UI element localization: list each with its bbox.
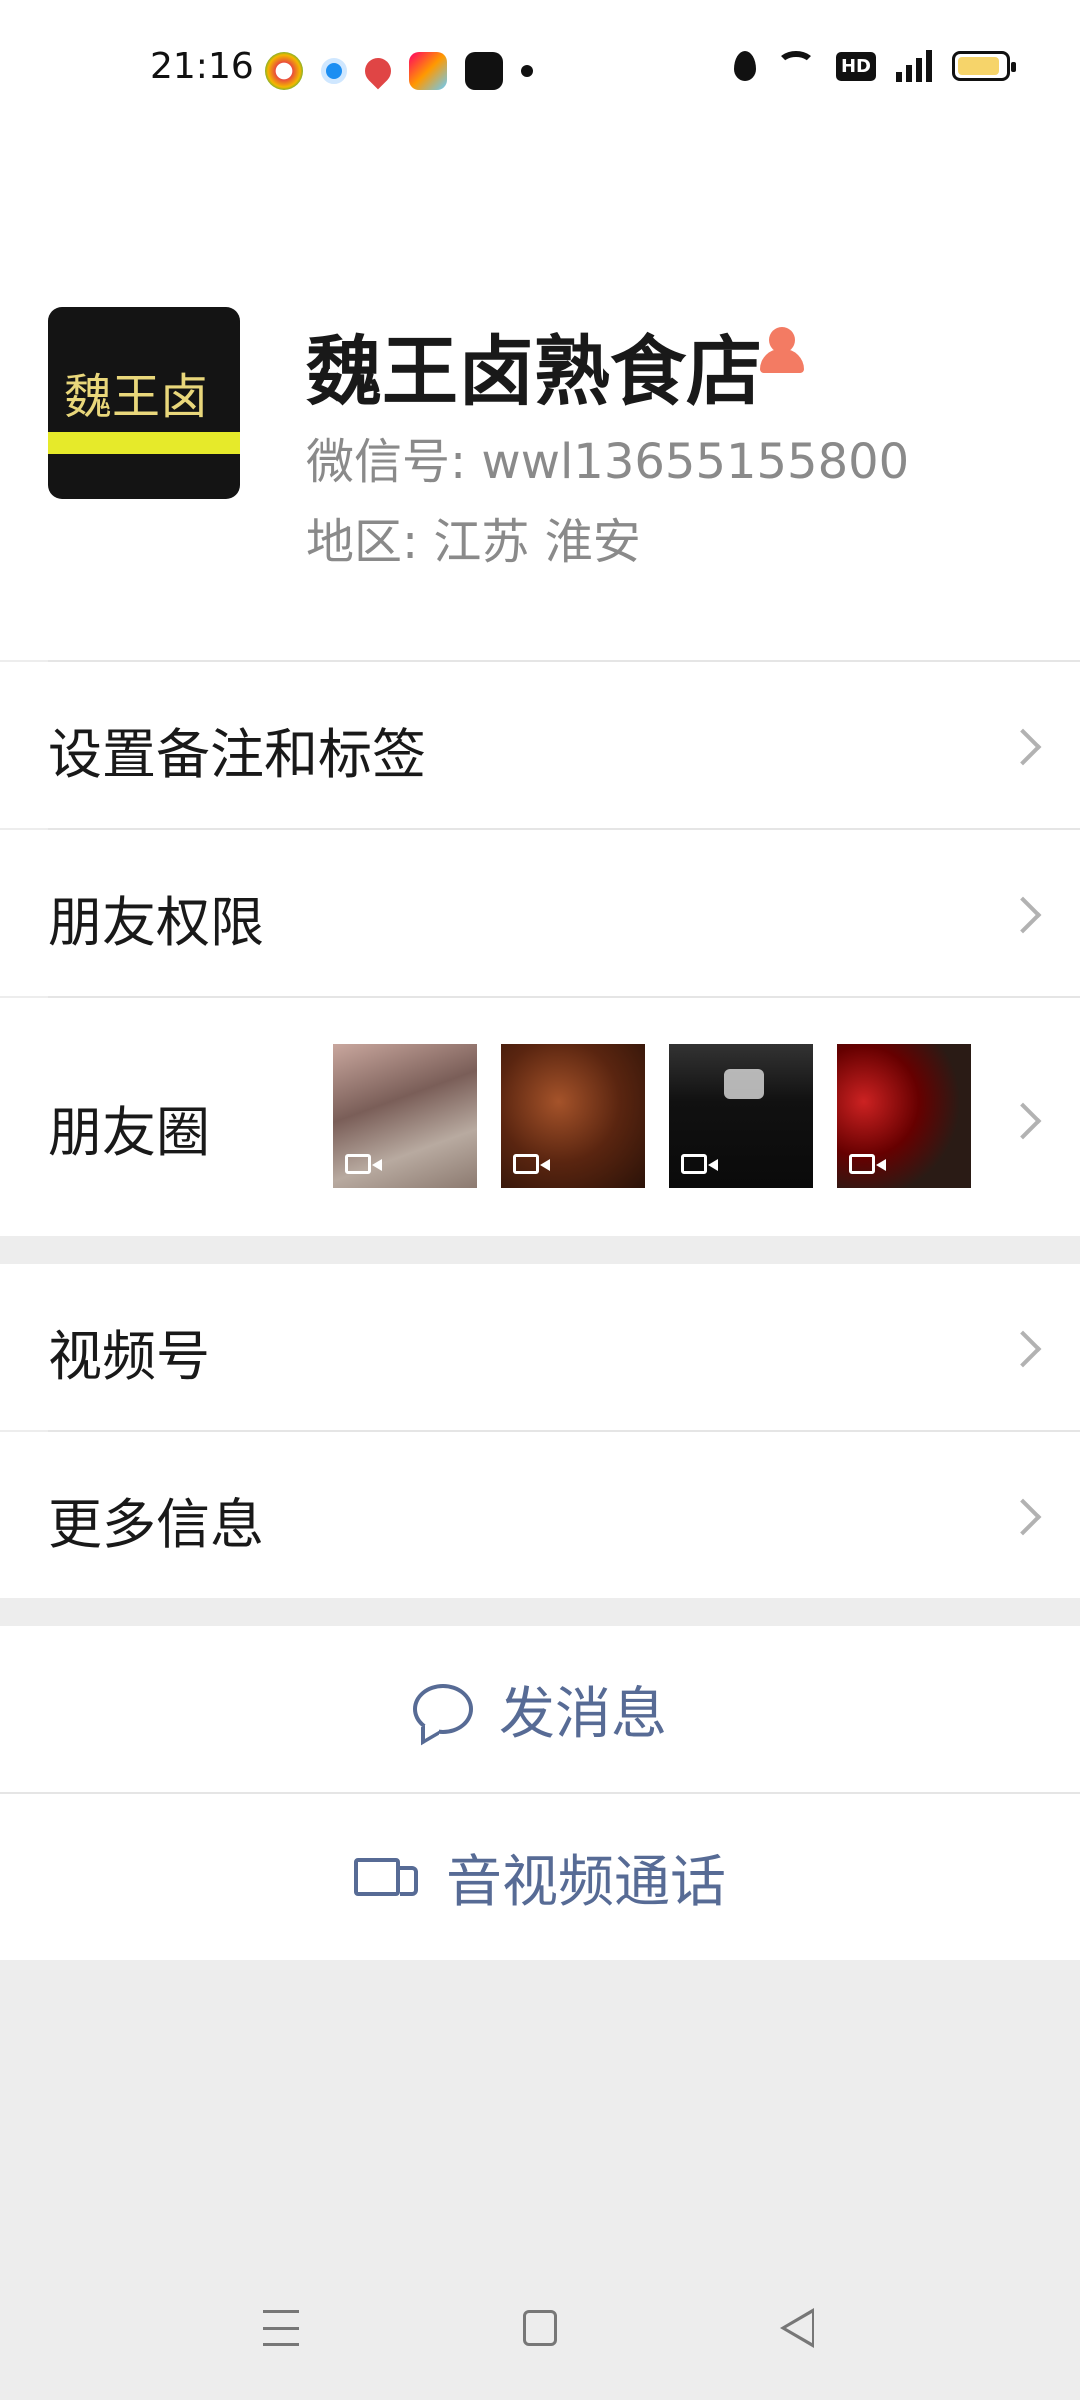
row-label: 朋友圈 — [48, 1101, 210, 1164]
row-label: 设置备注和标签 — [48, 723, 426, 786]
send-message-label: 发消息 — [499, 1681, 667, 1747]
browser-app-icon — [265, 52, 303, 90]
video-camera-icon — [354, 1858, 418, 1896]
battery-level — [958, 57, 1000, 75]
system-navigation-bar — [0, 2290, 1080, 2380]
chevron-right-icon — [1010, 1332, 1040, 1362]
region: 地区: 江苏 淮安 — [306, 514, 641, 570]
avatar-band — [48, 432, 240, 454]
moments-thumbnails — [333, 1044, 971, 1188]
moment-thumbnail[interactable] — [333, 1044, 477, 1188]
more-notifications-dot — [521, 65, 533, 77]
row-remark-tags[interactable]: 设置备注和标签 — [0, 662, 1080, 828]
notification-icons — [265, 52, 533, 90]
chevron-right-icon — [1010, 1104, 1040, 1134]
tiktok-app-icon — [465, 52, 503, 90]
video-icon — [345, 1154, 382, 1174]
hd-icon: HD — [835, 51, 876, 81]
send-message-button[interactable]: 发消息 — [0, 1626, 1080, 1792]
recent-apps-icon[interactable] — [263, 2310, 299, 2346]
row-more-info[interactable]: 更多信息 — [0, 1432, 1080, 1598]
chat-bubble-icon — [413, 1684, 473, 1734]
video-icon — [681, 1154, 718, 1174]
row-label: 视频号 — [48, 1325, 210, 1388]
row-label: 更多信息 — [48, 1493, 264, 1556]
location-app-icon — [321, 58, 347, 84]
avatar-logo-text: 魏王卤 — [64, 369, 209, 425]
5g-signal-icon — [896, 50, 932, 82]
system-back-icon[interactable] — [780, 2308, 820, 2348]
status-bar: 21:16 HD — [0, 0, 1080, 140]
female-gender-icon — [760, 327, 804, 373]
wechat-id: 微信号: wwl13655155800 — [306, 434, 910, 490]
status-time: 21:16 — [150, 46, 254, 87]
system-icons: HD — [733, 50, 1016, 82]
chevron-right-icon — [1010, 1500, 1040, 1530]
chevron-right-icon — [1010, 898, 1040, 928]
gallery-app-icon — [409, 52, 447, 90]
water-drop-icon — [733, 51, 756, 81]
chevron-right-icon — [1010, 730, 1040, 760]
home-icon[interactable] — [523, 2310, 557, 2346]
battery-icon — [952, 51, 1016, 81]
audio-video-call-button[interactable]: 音视频通话 — [0, 1794, 1080, 1960]
moment-thumbnail[interactable] — [669, 1044, 813, 1188]
video-icon — [513, 1154, 550, 1174]
row-friend-permissions[interactable]: 朋友权限 — [0, 830, 1080, 996]
row-label: 朋友权限 — [48, 891, 264, 954]
contact-name: 魏王卤熟食店 — [306, 327, 762, 416]
row-moments[interactable]: 朋友圈 — [0, 998, 1080, 1236]
call-label: 音视频通话 — [446, 1849, 726, 1915]
row-channels[interactable]: 视频号 — [0, 1264, 1080, 1430]
wifi-icon — [775, 51, 816, 81]
video-icon — [849, 1154, 886, 1174]
profile-header: 魏王卤 魏王卤熟食店 微信号: wwl13655155800 地区: 江苏 淮安 — [0, 140, 1080, 660]
avatar[interactable]: 魏王卤 — [48, 307, 240, 499]
moment-thumbnail[interactable] — [501, 1044, 645, 1188]
moment-thumbnail[interactable] — [837, 1044, 971, 1188]
map-pin-app-icon — [359, 52, 397, 90]
